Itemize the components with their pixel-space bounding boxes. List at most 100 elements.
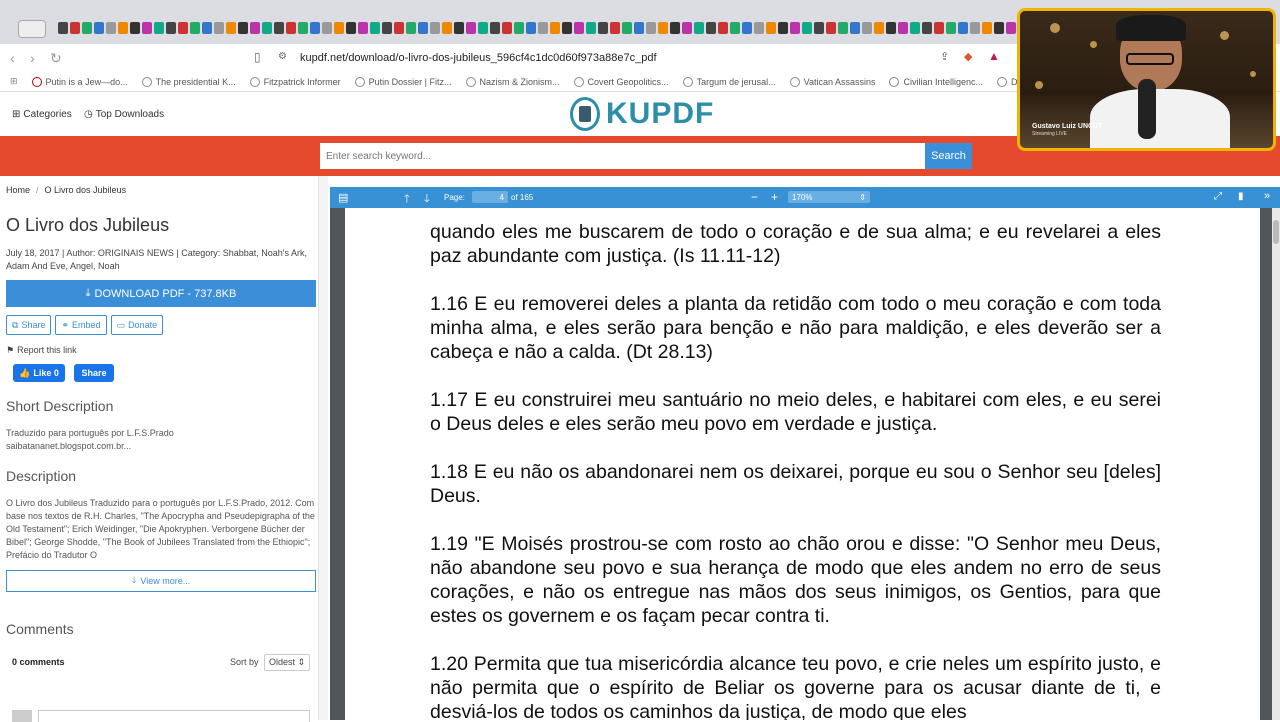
pinned-tab-favicon-icon[interactable]	[106, 22, 116, 34]
pinned-tab-favicon-icon[interactable]	[646, 22, 656, 34]
pinned-tab-favicon-icon[interactable]	[814, 22, 824, 34]
download-pdf-button[interactable]: ⤓ DOWNLOAD PDF - 737.8KB	[6, 280, 316, 307]
pinned-tab-favicon-icon[interactable]	[430, 22, 440, 34]
pinned-tab-favicon-icon[interactable]	[982, 22, 992, 34]
pinned-tab-favicon-icon[interactable]	[346, 22, 356, 34]
presentation-mode-icon[interactable]: ⤢	[1214, 191, 1222, 202]
pinned-tab-favicon-icon[interactable]	[706, 22, 716, 34]
pinned-tab-favicon-icon[interactable]	[766, 22, 776, 34]
pinned-tab-favicon-icon[interactable]	[898, 22, 908, 34]
pinned-tab-favicon-icon[interactable]	[478, 22, 488, 34]
pinned-tab-favicon-icon[interactable]	[694, 22, 704, 34]
bookmark-item[interactable]: Vatican Assassins	[789, 76, 875, 87]
bookmark-item[interactable]: Civilian Intelligenc...	[889, 76, 983, 87]
pinned-tab-favicon-icon[interactable]	[1006, 22, 1016, 34]
bookmark-item[interactable]: Targum de jerusal...	[682, 76, 776, 87]
pinned-tab-favicon-icon[interactable]	[130, 22, 140, 34]
back-icon[interactable]: ‹	[10, 50, 15, 66]
pinned-tab-favicon-icon[interactable]	[658, 22, 668, 34]
pinned-tab-favicon-icon[interactable]	[418, 22, 428, 34]
pinned-tab-favicon-icon[interactable]	[502, 22, 512, 34]
pinned-tab-favicon-icon[interactable]	[826, 22, 836, 34]
pinned-tab-favicon-icon[interactable]	[214, 22, 224, 34]
site-logo[interactable]: KUPDF	[570, 97, 714, 131]
bookmark-item[interactable]: Covert Geopolitics...	[573, 76, 669, 87]
pinned-tab-favicon-icon[interactable]	[850, 22, 860, 34]
page-number-input[interactable]: 4	[472, 191, 508, 203]
pinned-tab-favicon-icon[interactable]	[934, 22, 944, 34]
facebook-share-button[interactable]: Share	[74, 364, 114, 382]
pinned-tab-favicon-icon[interactable]	[94, 22, 104, 34]
search-input[interactable]	[320, 143, 925, 169]
forward-icon[interactable]: ›	[30, 50, 35, 66]
sidebar-toggle-icon[interactable]: ▤	[338, 191, 348, 204]
bookmark-item[interactable]: Putin Dossier | Fitz...	[354, 76, 452, 87]
pinned-tab-favicon-icon[interactable]	[622, 22, 632, 34]
pinned-tab-favicon-icon[interactable]	[466, 22, 476, 34]
pinned-tab-favicon-icon[interactable]	[262, 22, 272, 34]
left-panel-scrollbar[interactable]	[318, 176, 328, 720]
zoom-select[interactable]: 170% ⇕	[788, 191, 870, 203]
pinned-tab-favicon-icon[interactable]	[754, 22, 764, 34]
breadcrumb-home[interactable]: Home	[6, 185, 30, 195]
pinned-tab-favicon-icon[interactable]	[586, 22, 596, 34]
bookmark-icon[interactable]: ▯	[254, 50, 261, 64]
pinned-tab-favicon-icon[interactable]	[946, 22, 956, 34]
pinned-tab-favicon-icon[interactable]	[874, 22, 884, 34]
pinned-tab-favicon-icon[interactable]	[562, 22, 572, 34]
pinned-tab-favicon-icon[interactable]	[274, 22, 284, 34]
pinned-tab-favicon-icon[interactable]	[790, 22, 800, 34]
pinned-tab-favicon-icon[interactable]	[190, 22, 200, 34]
pinned-tab-favicon-icon[interactable]	[802, 22, 812, 34]
pinned-tab-favicon-icon[interactable]	[334, 22, 344, 34]
pdf-scrollbar-thumb[interactable]	[1273, 220, 1279, 244]
pinned-tab-favicon-icon[interactable]	[394, 22, 404, 34]
pinned-tab-favicon-icon[interactable]	[238, 22, 248, 34]
view-more-button[interactable]: 🡓 View more...	[6, 570, 316, 592]
pinned-tab-favicon-icon[interactable]	[958, 22, 968, 34]
pinned-tab-favicon-icon[interactable]	[58, 22, 68, 34]
pinned-tab-favicon-icon[interactable]	[142, 22, 152, 34]
pinned-tab-favicon-icon[interactable]	[442, 22, 452, 34]
pinned-tab-favicon-icon[interactable]	[298, 22, 308, 34]
pinned-tab-favicon-icon[interactable]	[538, 22, 548, 34]
pinned-tab-favicon-icon[interactable]	[682, 22, 692, 34]
pinned-tab-favicon-icon[interactable]	[838, 22, 848, 34]
pinned-tab-favicon-icon[interactable]	[166, 22, 176, 34]
share-page-icon[interactable]: ⇪	[940, 50, 949, 63]
pinned-tab-favicon-icon[interactable]	[154, 22, 164, 34]
pinned-tab-favicon-icon[interactable]	[730, 22, 740, 34]
pinned-tab-favicon-icon[interactable]	[250, 22, 260, 34]
brave-rewards-icon[interactable]: ▲	[988, 49, 1000, 63]
pinned-tab-favicon-icon[interactable]	[718, 22, 728, 34]
sort-select[interactable]: Oldest ⇕	[264, 654, 311, 671]
pinned-tab-favicon-icon[interactable]	[382, 22, 392, 34]
tools-menu-icon[interactable]: »	[1264, 190, 1270, 202]
next-page-icon[interactable]: 🡓	[424, 190, 430, 209]
pinned-tab-favicon-icon[interactable]	[178, 22, 188, 34]
pinned-tab-favicon-icon[interactable]	[886, 22, 896, 34]
pinned-tab-favicon-icon[interactable]	[778, 22, 788, 34]
comment-input[interactable]	[38, 710, 310, 722]
top-downloads-link[interactable]: ◷ Top Downloads	[84, 109, 164, 120]
pinned-tab-favicon-icon[interactable]	[454, 22, 464, 34]
pinned-tab-favicon-icon[interactable]	[310, 22, 320, 34]
reload-icon[interactable]: ↻	[50, 50, 62, 67]
pinned-tab-favicon-icon[interactable]	[550, 22, 560, 34]
pinned-tab-favicon-icon[interactable]	[598, 22, 608, 34]
pinned-tab-favicon-icon[interactable]	[118, 22, 128, 34]
share-button[interactable]: ⧉ Share	[6, 315, 52, 335]
pinned-tab-favicon-icon[interactable]	[370, 22, 380, 34]
pinned-tab-favicon-icon[interactable]	[358, 22, 368, 34]
pinned-tab-favicon-icon[interactable]	[406, 22, 416, 34]
pinned-tab-favicon-icon[interactable]	[634, 22, 644, 34]
search-button[interactable]: Search	[925, 143, 972, 169]
site-info-icon[interactable]: ⚙	[278, 51, 287, 62]
pinned-tab-favicon-icon[interactable]	[574, 22, 584, 34]
embed-button[interactable]: ⚭ Embed	[55, 315, 107, 335]
pinned-tab-favicon-icon[interactable]	[862, 22, 872, 34]
tab-overview-button[interactable]	[18, 20, 46, 38]
pinned-tab-favicon-icon[interactable]	[670, 22, 680, 34]
zoom-in-icon[interactable]: +	[771, 190, 778, 204]
pdf-scrollbar[interactable]	[1272, 208, 1280, 720]
